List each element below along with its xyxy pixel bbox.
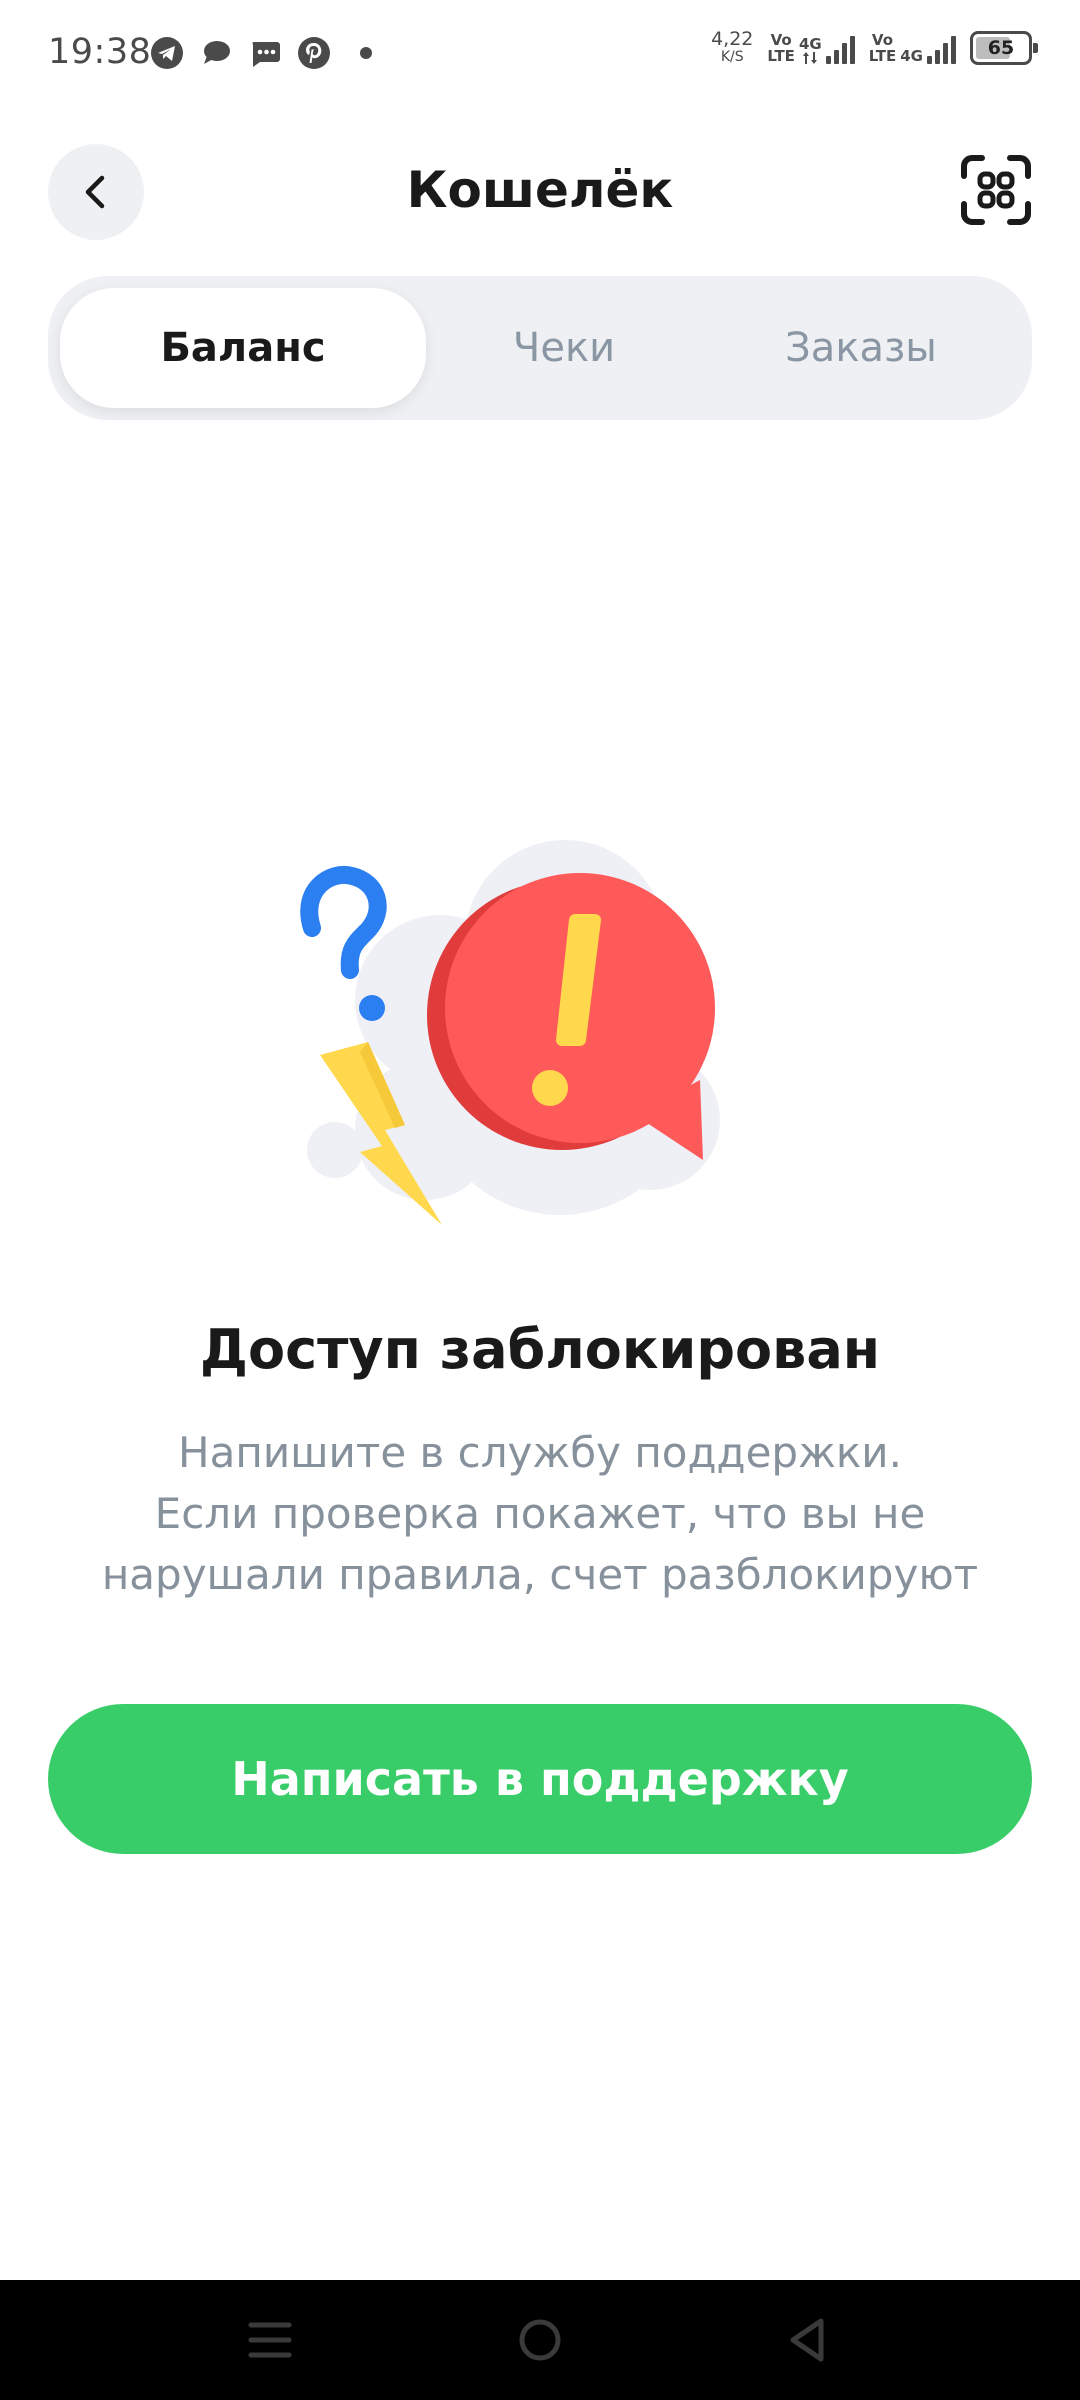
volte-label: Vo LTE (767, 32, 795, 64)
description-line-3: нарушали правила, счет разблокируют (101, 1550, 979, 1599)
pinterest-icon (298, 37, 330, 69)
network-type: 4G (900, 48, 923, 64)
status-bar: 19:38 4,22 K/S Vo LTE 4G Vo LTE 4G 65 (0, 0, 1080, 108)
signal-bars-icon (927, 34, 956, 64)
sim1-signal: Vo LTE 4G (767, 32, 855, 64)
wallet-screen: 19:38 4,22 K/S Vo LTE 4G Vo LTE 4G 65 Ко… (0, 0, 1080, 2400)
telegram-icon (151, 37, 183, 69)
description-line-2: Если проверка покажет, что вы не (154, 1489, 926, 1538)
data-arrows-icon (803, 52, 818, 64)
home-button[interactable] (480, 2280, 600, 2400)
more-notifications-dot (360, 47, 372, 59)
blocked-description: Напишите в службу поддержки. Если провер… (80, 1422, 1000, 1605)
network-type: 4G (799, 36, 822, 64)
battery-icon: 65 (970, 31, 1038, 65)
recent-apps-button[interactable] (210, 2280, 330, 2400)
tab-balance[interactable]: Баланс (60, 288, 426, 408)
description-line-1: Напишите в службу поддержки. (178, 1428, 902, 1477)
qr-scan-icon (961, 155, 1031, 225)
back-triangle-icon (790, 2318, 824, 2362)
sim2-signal: Vo LTE 4G (869, 32, 956, 64)
chat-bubble-icon (204, 41, 230, 64)
navigation-bar (0, 2280, 1080, 2400)
blocked-title: Доступ заблокирован (199, 1318, 881, 1381)
network-speed-unit: K/S (720, 49, 744, 65)
network-speed: 4,22 K/S (711, 30, 753, 66)
volte-bottom: LTE (767, 47, 795, 65)
home-icon (519, 2319, 561, 2361)
tab-orders[interactable]: Заказы (702, 288, 1020, 408)
network-speed-value: 4,22 (711, 28, 754, 50)
notification-icons (150, 36, 372, 70)
status-time: 19:38 (48, 32, 152, 72)
volte-bottom: LTE (868, 47, 897, 65)
volte-label: Vo LTE (869, 32, 897, 64)
network-type-label: 4G (900, 47, 923, 65)
contact-support-button[interactable]: Написать в поддержку (48, 1704, 1032, 1854)
network-type-label: 4G (798, 35, 822, 53)
access-blocked-illustration (300, 840, 720, 1225)
wallet-tabs: Баланс Чеки Заказы (48, 276, 1032, 420)
messages-icon (252, 42, 280, 67)
tab-receipts[interactable]: Чеки (426, 288, 702, 408)
volte-top: Vo (770, 31, 792, 49)
volte-top: Vo (871, 31, 894, 49)
menu-icon (248, 2322, 292, 2358)
page-title: Кошелёк (406, 161, 674, 219)
system-back-button[interactable] (748, 2280, 868, 2400)
signal-bars-icon (825, 34, 855, 64)
system-status: 4,22 K/S Vo LTE 4G Vo LTE 4G 65 (711, 30, 1038, 66)
scan-button[interactable] (956, 150, 1036, 230)
battery-level: 65 (987, 37, 1015, 59)
